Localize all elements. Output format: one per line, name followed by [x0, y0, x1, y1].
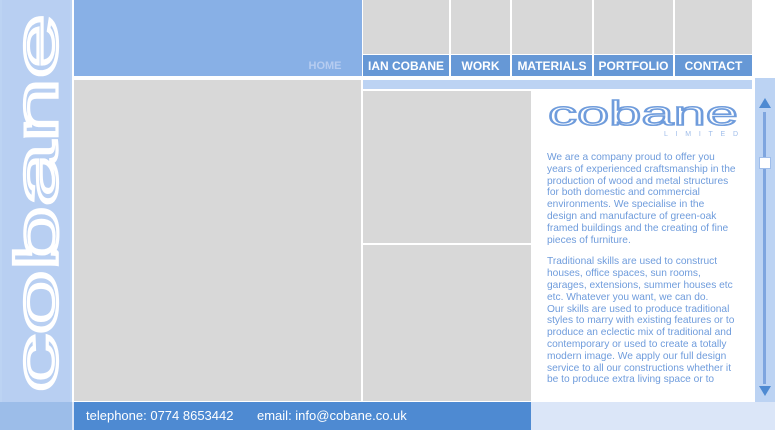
vertical-logo-text: cobane: [3, 14, 70, 392]
about-paragraph-1: We are a company proud to offer you year…: [547, 152, 736, 246]
nav-work-button[interactable]: WORK: [451, 55, 510, 76]
nav-portfolio-button[interactable]: PORTFOLIO: [594, 55, 673, 76]
nav-image-contact: [675, 0, 752, 54]
nav-contact-button[interactable]: CONTACT: [675, 55, 752, 76]
nav-materials-button[interactable]: MATERIALS: [512, 55, 592, 76]
main-image-placeholder: [74, 80, 361, 401]
scrollbar-thumb[interactable]: [759, 157, 771, 169]
nav-image-work: [451, 0, 510, 54]
triangle-down-icon[interactable]: [757, 384, 773, 398]
vertical-logo: cobane: [1, 12, 71, 393]
nav-image-ian-cobane: [363, 0, 449, 54]
about-paragraph-3: Our skills are used to produce tradition…: [547, 303, 735, 386]
about-content: We are a company proud to offer you year…: [547, 152, 737, 388]
image-tile-top: [363, 91, 531, 243]
nav-image-portfolio: [594, 0, 673, 54]
about-paragraph-2: Traditional skills are used to construct…: [547, 256, 733, 303]
nav-underline-bar: [363, 80, 752, 89]
scrollbar-rail: [763, 112, 766, 384]
footer-telephone: telephone: 0774 8653442: [86, 408, 234, 423]
cobane-limited-logo: cobane LIMITED: [547, 96, 739, 138]
footer-left-block: [0, 402, 72, 430]
nav-image-materials: [512, 0, 592, 54]
triangle-up-icon[interactable]: [757, 96, 773, 110]
nav-home-link[interactable]: HOME: [290, 60, 360, 74]
nav-ian-cobane-button[interactable]: IAN COBANE: [363, 55, 449, 76]
logo-wordmark: cobane: [548, 96, 738, 133]
footer-email[interactable]: email: info@cobane.co.uk: [257, 407, 407, 425]
image-tile-bottom: [363, 245, 531, 401]
